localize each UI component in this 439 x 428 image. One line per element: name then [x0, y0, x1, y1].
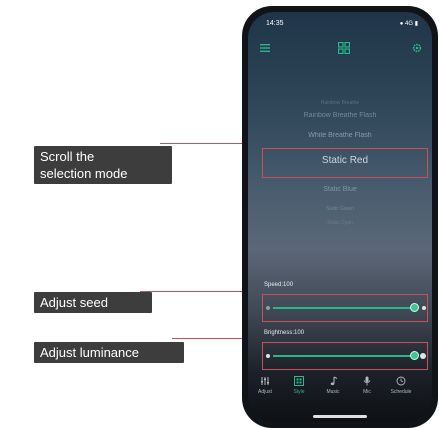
- speed-slider[interactable]: [262, 294, 428, 322]
- brightness-min-dot: [266, 354, 270, 358]
- tab-label: Style: [293, 389, 305, 395]
- tab-adjust[interactable]: Adjust: [248, 376, 282, 395]
- tab-label: Schedule: [390, 389, 412, 395]
- mode-item[interactable]: Rainbow Breathe: [248, 100, 432, 106]
- callout-luminance: Adjust luminance: [34, 342, 184, 363]
- brightness-label: Brightness:100: [264, 330, 305, 336]
- tab-bar: Adjust Style Music Mic Schedule: [248, 376, 432, 410]
- mode-item[interactable]: Static Green: [248, 206, 432, 212]
- callout-scroll-mode: Scroll the selection mode: [34, 146, 172, 184]
- callout-scroll-line2: selection mode: [40, 166, 128, 181]
- tab-music[interactable]: Music: [316, 376, 350, 395]
- speed-min-dot: [266, 306, 270, 310]
- callout-speed: Adjust seed: [34, 292, 152, 313]
- speed-track[interactable]: [273, 307, 413, 309]
- status-indicators: ● 4G ▮: [399, 21, 418, 27]
- speed-max-dot: [422, 306, 426, 310]
- selected-mode-frame[interactable]: Static Red: [262, 148, 428, 178]
- tab-style[interactable]: Style: [282, 376, 316, 395]
- sliders-icon: [261, 377, 269, 385]
- mode-item[interactable]: White Breathe Flash: [248, 132, 432, 139]
- menu-icon[interactable]: [260, 44, 270, 52]
- phone-frame: 14:35 ● 4G ▮ Rainbow Breathe Rainbow Bre…: [242, 6, 438, 428]
- selected-mode-label: Static Red: [321, 155, 369, 166]
- status-bar: 14:35 ● 4G ▮: [248, 18, 432, 30]
- brightness-track[interactable]: [273, 355, 413, 357]
- music-note-icon: [330, 376, 338, 386]
- tab-mic[interactable]: Mic: [350, 376, 384, 395]
- callout-scroll-line1: Scroll the: [40, 149, 95, 164]
- gear-icon[interactable]: [412, 43, 422, 53]
- clock-icon: [396, 376, 406, 386]
- app-screen: 14:35 ● 4G ▮ Rainbow Breathe Rainbow Bre…: [248, 12, 432, 422]
- speed-label: Speed:100: [264, 282, 294, 288]
- tab-label: Adjust: [258, 389, 272, 395]
- grid-icon: [294, 376, 304, 386]
- tab-label: Music: [326, 389, 340, 395]
- brightness-max-dot: [420, 353, 426, 359]
- tab-label: Mic: [363, 389, 371, 395]
- status-time: 14:35: [266, 20, 284, 27]
- brightness-thumb[interactable]: [410, 351, 419, 360]
- mode-item[interactable]: Rainbow Breathe Flash: [248, 112, 432, 119]
- home-indicator[interactable]: [313, 415, 367, 418]
- microphone-icon: [363, 376, 371, 386]
- mode-item[interactable]: Static Cyan: [248, 220, 432, 226]
- tab-schedule[interactable]: Schedule: [384, 376, 418, 395]
- callout-speed-connector: [140, 291, 257, 292]
- speed-thumb[interactable]: [410, 303, 419, 312]
- grid-icon[interactable]: [338, 42, 350, 54]
- mode-item[interactable]: Static Blue: [248, 186, 432, 193]
- brightness-slider[interactable]: [262, 342, 428, 370]
- top-bar: [248, 42, 432, 56]
